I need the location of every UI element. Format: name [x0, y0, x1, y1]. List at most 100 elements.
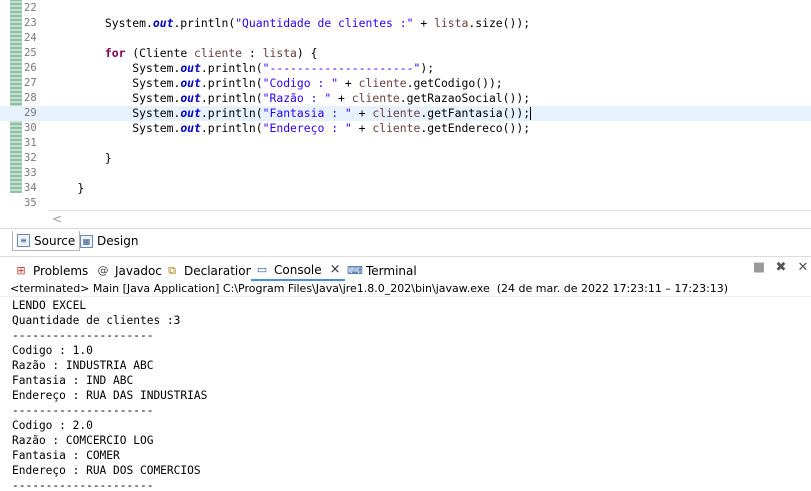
code-editor[interactable]: 22 23 System.out.println("Quantidade de c…: [0, 0, 811, 210]
line-number: 24: [24, 32, 37, 44]
line-number: 30: [24, 122, 37, 134]
code-token: "Quantidade de clientes :": [235, 16, 414, 30]
code-token: for: [104, 46, 126, 60]
code-token: (Cliente: [125, 46, 195, 60]
scroll-left-icon[interactable]: <: [52, 212, 62, 226]
code-token: out: [180, 61, 201, 75]
line-number: 25: [24, 47, 37, 59]
tab-declaration-label: Declaration: [184, 263, 254, 278]
code-token: System.: [50, 76, 181, 90]
design-editor-icon: ▦: [80, 234, 93, 248]
code-token: .println(: [200, 91, 263, 105]
code-text[interactable]: System.out.println("Fantasia : " + clien…: [50, 106, 532, 121]
console-output-line: LENDO EXCEL: [12, 299, 87, 312]
tab-console[interactable]: ▭ Console ×: [251, 260, 345, 281]
console-output-line: ---------------------: [12, 479, 154, 491]
code-token: out: [180, 91, 201, 105]
code-text[interactable]: }: [50, 151, 112, 166]
code-line[interactable]: 25 for (Cliente cliente : lista) {: [0, 46, 811, 61]
code-line[interactable]: 27 System.out.println("Codigo : " + clie…: [0, 76, 811, 91]
code-token: );: [420, 61, 435, 75]
code-token: .println(: [200, 106, 263, 120]
tab-declaration[interactable]: ⧉ Declaration: [161, 260, 257, 281]
code-token: System.: [50, 121, 181, 135]
text-caret: [530, 107, 532, 120]
code-token: lista: [262, 46, 297, 60]
line-number: 34: [24, 182, 37, 194]
line-number: 33: [24, 167, 37, 179]
code-line[interactable]: 34 }: [0, 181, 811, 196]
tab-design-label: Design: [97, 234, 139, 248]
code-token: cliente: [358, 76, 407, 90]
line-number: 28: [24, 92, 37, 104]
code-line[interactable]: 29 System.out.println("Fantasia : " + cl…: [0, 106, 811, 121]
console-output-line: Fantasia : IND ABC: [12, 374, 134, 387]
code-token: "Razão : ": [262, 91, 332, 105]
code-token: .println(: [173, 16, 236, 30]
remove-launch-icon[interactable]: ✕: [795, 260, 811, 276]
code-line[interactable]: 24: [0, 31, 811, 46]
tab-terminal-label: Terminal: [366, 263, 417, 278]
editor-mode-tabs: ≡ Source ▦ Design: [0, 228, 811, 252]
code-token: .println(: [200, 121, 263, 135]
code-line[interactable]: 33: [0, 166, 811, 181]
code-text[interactable]: System.out.println("Quantidade de client…: [50, 16, 530, 31]
code-token: .println(: [200, 76, 263, 90]
console-output[interactable]: LENDO EXCEL Quantidade de clientes :3 ----…: [12, 298, 802, 491]
views-tab-bar: ⊞ Problems @ Javadoc ⧉ Declaration ▭ Con…: [0, 256, 811, 282]
remove-all-terminated-icon[interactable]: ✖: [773, 260, 789, 276]
code-line[interactable]: 28 System.out.println("Razão : " + clien…: [0, 91, 811, 106]
problems-icon: ⊞: [16, 263, 26, 277]
line-number: 29: [24, 107, 37, 119]
code-line[interactable]: 26 System.out.println("-----------------…: [0, 61, 811, 76]
console-output-line: ---------------------: [12, 329, 154, 342]
tab-problems[interactable]: ⊞ Problems: [10, 260, 92, 281]
code-line[interactable]: 32 }: [0, 151, 811, 166]
tab-console-label: Console: [274, 262, 322, 277]
code-text[interactable]: System.out.println("Endereço : " + clien…: [50, 121, 530, 136]
code-text[interactable]: System.out.println("Razão : " + cliente.…: [50, 91, 530, 106]
code-text[interactable]: System.out.println("--------------------…: [50, 61, 434, 76]
code-token: .println(: [200, 61, 263, 75]
code-token: .getEndereco());: [420, 121, 531, 135]
code-line[interactable]: 22: [0, 1, 811, 16]
code-token: .getCodigo());: [406, 76, 503, 90]
code-line[interactable]: 30 System.out.println("Endereço : " + cl…: [0, 121, 811, 136]
code-text[interactable]: for (Cliente cliente : lista) {: [50, 46, 318, 61]
code-text[interactable]: }: [50, 181, 84, 196]
code-token: out: [180, 76, 201, 90]
code-token: }: [50, 151, 112, 165]
code-token: "---------------------": [262, 61, 421, 75]
console-output-line: Codigo : 2.0: [12, 419, 93, 432]
tab-javadoc[interactable]: @ Javadoc: [92, 260, 166, 281]
code-token: out: [152, 16, 174, 30]
code-token: }: [50, 181, 85, 195]
code-token: out: [180, 106, 201, 120]
close-icon[interactable]: ×: [330, 262, 341, 277]
code-line[interactable]: 35: [0, 196, 811, 210]
code-token: System.: [50, 91, 181, 105]
console-status-line: <terminated> Main [Java Application] C:\…: [0, 282, 811, 297]
code-token: .size());: [468, 16, 531, 30]
line-number: 32: [24, 152, 37, 164]
javadoc-icon: @: [97, 263, 109, 277]
tab-terminal[interactable]: ⌨ Terminal: [343, 260, 421, 281]
code-token: "Endereço : ": [262, 121, 352, 135]
code-token: .getFantasia());: [420, 106, 531, 120]
horizontal-scrollbar[interactable]: <: [48, 210, 811, 227]
tab-source[interactable]: ≡ Source: [12, 231, 81, 251]
code-text[interactable]: System.out.println("Codigo : " + cliente…: [50, 76, 503, 91]
code-token: :: [242, 46, 263, 60]
tab-design[interactable]: ▦ Design: [76, 231, 142, 251]
code-token: ) {: [296, 46, 318, 60]
console-output-line: ---------------------: [12, 404, 154, 417]
line-number: 35: [24, 197, 37, 209]
terminate-icon[interactable]: ■: [751, 260, 767, 276]
console-output-line: Razão : COMCERCIO LOG: [12, 434, 154, 447]
line-number: 26: [24, 62, 37, 74]
code-line[interactable]: 31: [0, 136, 811, 151]
code-token: System.: [50, 106, 181, 120]
tab-source-label: Source: [34, 233, 76, 248]
code-line[interactable]: 23 System.out.println("Quantidade de cli…: [0, 16, 811, 31]
